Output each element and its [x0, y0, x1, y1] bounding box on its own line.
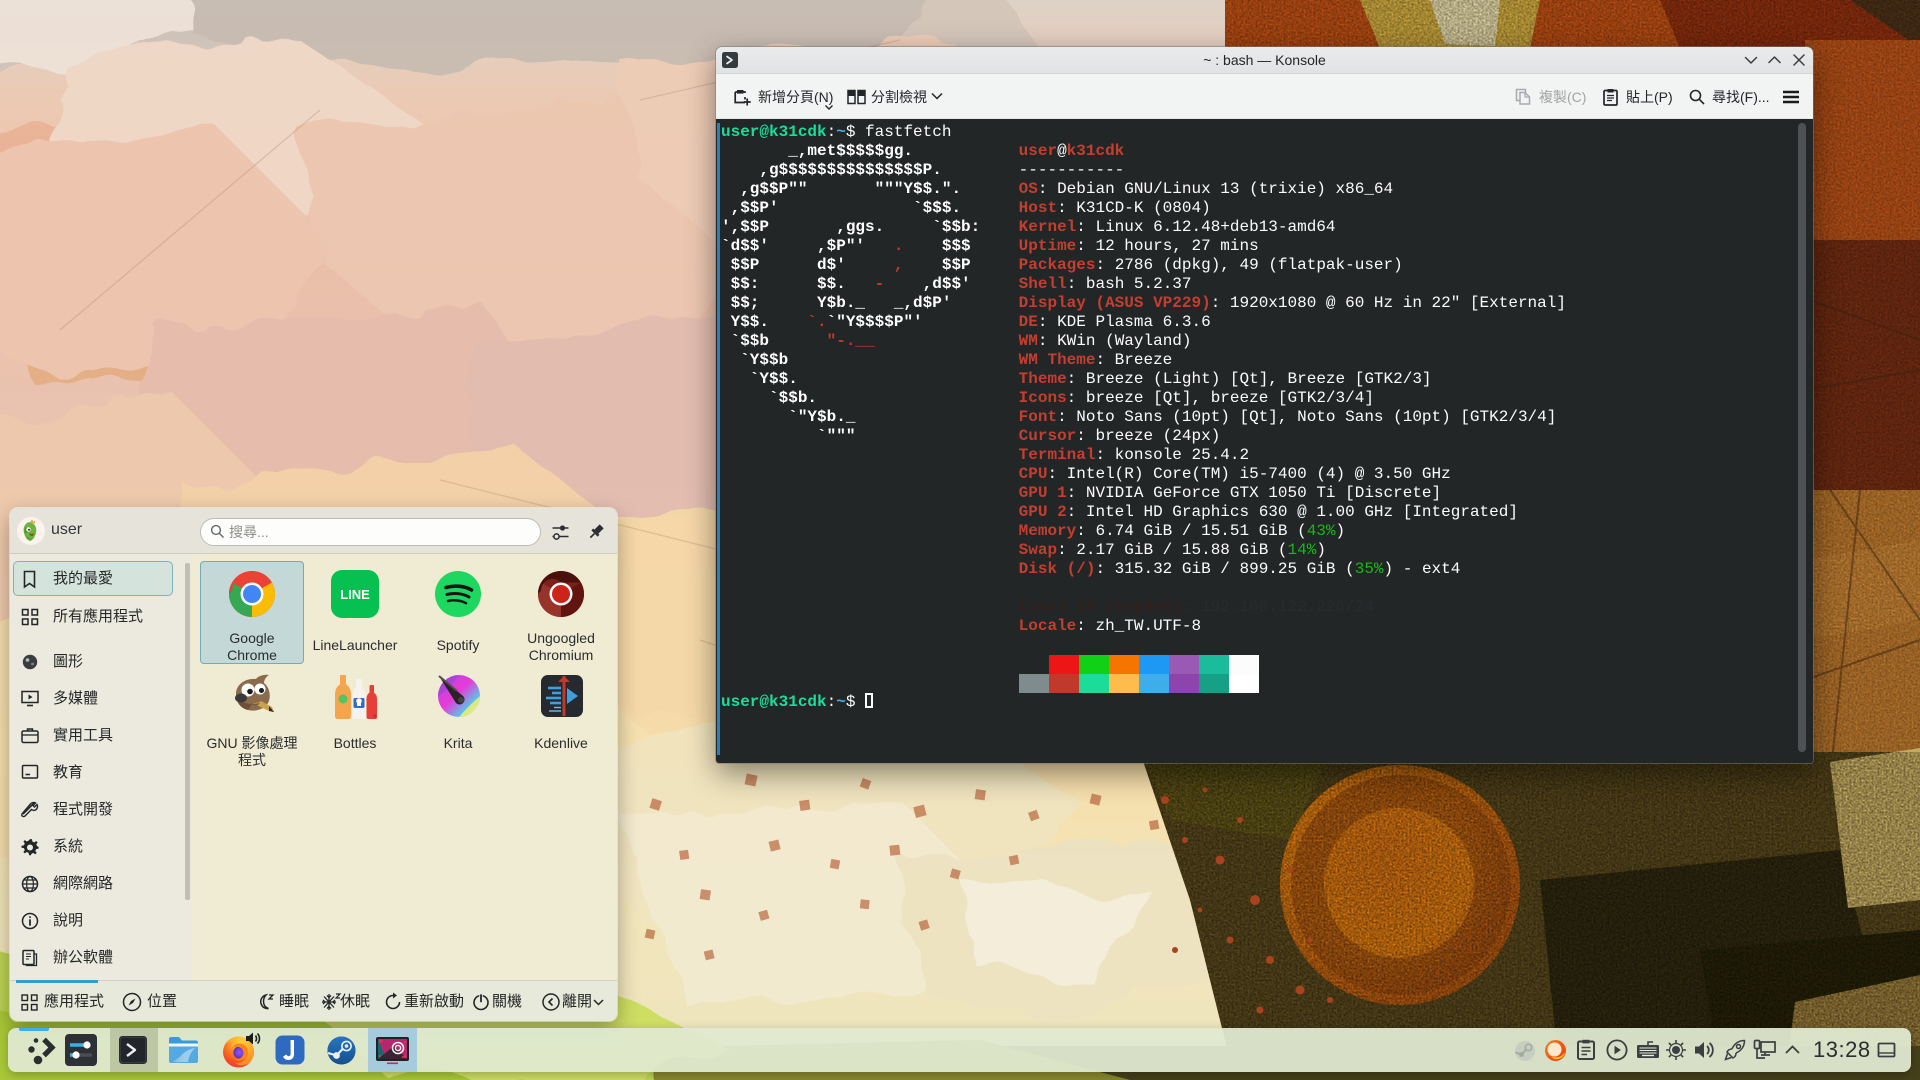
svg-text:LINE: LINE [340, 587, 370, 602]
